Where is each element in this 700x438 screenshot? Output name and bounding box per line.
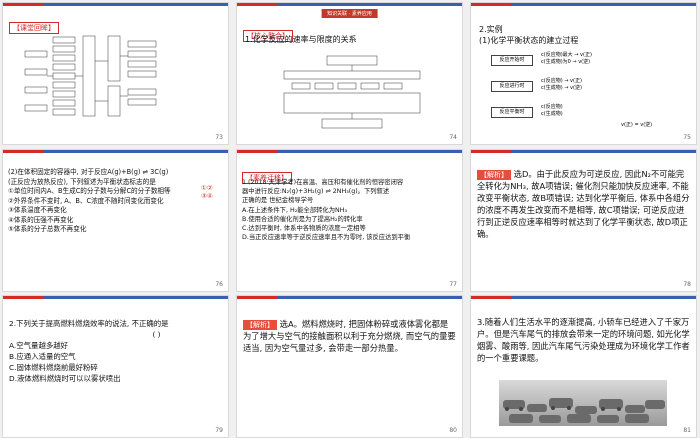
slide-accent-bar <box>3 150 228 153</box>
note: c(反应物) <box>541 78 563 84</box>
option-line: ⑤体系的分子总数不再变化 <box>8 225 87 233</box>
slide-number: 75 <box>683 134 691 141</box>
slide-accent-bar <box>3 296 228 299</box>
slide-thumbnail[interactable]: (2)在体积固定的容器中, 对于反应A(g)+B(g) ⇌ 3C(g) (正反应… <box>3 150 228 291</box>
answer-blank: ( ) <box>152 330 161 339</box>
option-line: D.当正反应速率等于逆反应速率且不为零时, 该反应达到平衡 <box>242 234 411 242</box>
note: c(生成物)为0 <box>541 59 571 65</box>
slide-thumbnail[interactable]: 3.随着人们生活水平的逐渐提高, 小轿车已经进入了千家万户。但是汽车尾气的排放会… <box>471 296 696 437</box>
option-line: ③体系温度不再变化 <box>8 206 67 214</box>
stage-box-equilibrium: 反应平衡时 <box>491 107 533 118</box>
slide-number: 76 <box>215 281 223 288</box>
note: c(反应物)最大 <box>541 52 573 58</box>
note: v(正) <box>580 52 592 58</box>
slide-accent-bar <box>471 3 696 6</box>
equilibrium-condition: v(正) = v(逆) <box>621 122 653 128</box>
slide-thumbnail[interactable]: 知识关联 · 素养应用 【核心整合】 1.化学反应的速率与限度的关系 74 <box>237 3 462 144</box>
slide-accent-bar <box>471 150 696 153</box>
option-line: ①单位时间内A、B生成C的分子数与分解C的分子数相等 <box>8 187 171 195</box>
option-line: A.在上述条件下, H₂能全部转化为NH₃ <box>242 206 347 214</box>
question-line: 正确的是 世纪金榜导学号 <box>242 197 314 205</box>
slide-number: 78 <box>683 281 691 288</box>
question-text: 3.随着人们生活水平的逐渐提高, 小轿车已经进入了千家万户。但是汽车尾气的排放会… <box>477 317 690 363</box>
note: v(正) <box>570 78 582 84</box>
slide-heading: 2.实例 <box>479 25 503 34</box>
slide-accent-bar <box>237 150 462 153</box>
slide-thumbnail[interactable]: 【解析】 选A。燃料燃烧时, 把固体粉碎或液体雾化都是为了增大与空气的接触面积以… <box>237 296 462 437</box>
analysis-body: 选D。由于此反应为可逆反应, 因此N₂不可能完全转化为NH₃, 故A项错误; 催… <box>477 169 690 239</box>
stage-equilibrium-notes: c(反应物) c(生成物) <box>541 104 563 118</box>
slide-thumbnail[interactable]: 2.实例 (1)化学平衡状态的建立过程 反应开始时 反应进行时 反应平衡时 c(… <box>471 3 696 144</box>
slide-accent-bar <box>237 296 462 299</box>
stage-box-during: 反应进行时 <box>491 81 533 92</box>
slide-number: 73 <box>215 134 223 141</box>
option-line: C.固体燃料燃烧前最好粉碎 <box>9 363 98 372</box>
question-text: 1.(2018·天津学考)在高温、高压和有催化剂的恒容密闭容 器中进行反应:N₂… <box>242 178 410 242</box>
stage-box-begin: 反应开始时 <box>491 55 533 66</box>
option-line: ②外界条件不变时, A、B、C浓度不随时间变化而变化 <box>8 196 164 205</box>
tag-label: 【解析】 <box>243 320 277 330</box>
analysis-text: 【解析】 选A。燃料燃烧时, 把固体粉碎或液体雾化都是为了增大与空气的接触面积以… <box>243 318 456 354</box>
analysis-text: 【解析】 选D。由于此反应为可逆反应, 因此N₂不可能完全转化为NH₃, 故A项… <box>477 168 690 240</box>
slide-subheading: (1)化学平衡状态的建立过程 <box>479 36 579 45</box>
slide-number: 80 <box>449 427 457 434</box>
traffic-photo <box>499 380 667 426</box>
option-line: B.使用合适的催化剂是为了提高H₂的转化率 <box>242 215 363 223</box>
slide-number: 74 <box>449 134 457 141</box>
option-line: B.应通入适量的空气 <box>9 352 76 361</box>
option-line: C.达到平衡时, 体系中各物质的浓度一定相等 <box>242 225 366 233</box>
slide-grid: 【课堂回眸】 73 知识关联 · 素养应用 【核心整合】 1.化学反应的速率与限… <box>0 0 700 438</box>
slide-header-banner: 知识关联 · 素养应用 <box>321 9 378 18</box>
note: v(逆) <box>578 59 591 65</box>
option-line: ④体系的压强不再变化 <box>8 215 74 224</box>
slide-number: 77 <box>449 281 457 288</box>
note: c(反应物) <box>541 104 563 110</box>
slide-thumbnail[interactable]: 【素养迁移】 1.(2018·天津学考)在高温、高压和有催化剂的恒容密闭容 器中… <box>237 150 462 291</box>
mind-map-diagram <box>24 35 157 117</box>
note: c(生成物) <box>541 111 563 117</box>
relation-diagram <box>283 55 421 129</box>
slide-accent-bar <box>3 3 228 6</box>
option-line: A.空气量越多越好 <box>9 341 69 350</box>
slide-thumbnail[interactable]: 【解析】 选D。由于此反应为可逆反应, 因此N₂不可能完全转化为NH₃, 故A项… <box>471 150 696 291</box>
slide-title: 1.化学反应的速率与限度的关系 <box>245 35 357 44</box>
question-text: 2.下列关于提高燃料燃烧效率的说法, 不正确的是 ( ) A.空气量越多越好 B… <box>9 318 169 384</box>
note: v(逆) <box>570 85 582 91</box>
question-line: 2.下列关于提高燃料燃烧效率的说法, 不正确的是 <box>9 319 169 328</box>
slide-number: 81 <box>683 427 691 434</box>
stage-begin-notes: c(反应物)最大 → v(正) c(生成物)为0 → v(逆) <box>541 52 592 65</box>
note: c(生成物) <box>541 85 563 91</box>
slide-accent-bar <box>237 3 462 6</box>
slide-accent-bar <box>471 296 696 299</box>
slide-number: 79 <box>215 427 223 434</box>
slide-thumbnail[interactable]: 【课堂回眸】 73 <box>3 3 228 144</box>
tag-label: 【解析】 <box>477 170 511 180</box>
question-line: (正反应为放热反应), 下列叙述为平衡状态标志的是 <box>8 177 156 186</box>
stage-during-notes: c(反应物) → v(正) c(生成物) → v(逆) <box>541 78 582 91</box>
question-line: 器中进行反应:N₂(g)+3H₂(g) ⇌ 2NH₃(g)。下列叙述 <box>242 188 390 196</box>
slide-thumbnail[interactable]: 2.下列关于提高燃料燃烧效率的说法, 不正确的是 ( ) A.空气量越多越好 B… <box>3 296 228 437</box>
question-line: 1.(2018·天津学考)在高温、高压和有催化剂的恒容密闭容 <box>242 179 404 186</box>
option-line: D.液体燃料燃烧时可以以雾状喷出 <box>9 374 121 383</box>
question-text: (2)在体积固定的容器中, 对于反应A(g)+B(g) ⇌ 3C(g) (正反应… <box>8 168 171 235</box>
answer-mark: ①② ③④ <box>201 184 213 200</box>
question-line: (2)在体积固定的容器中, 对于反应A(g)+B(g) ⇌ 3C(g) <box>8 168 169 176</box>
